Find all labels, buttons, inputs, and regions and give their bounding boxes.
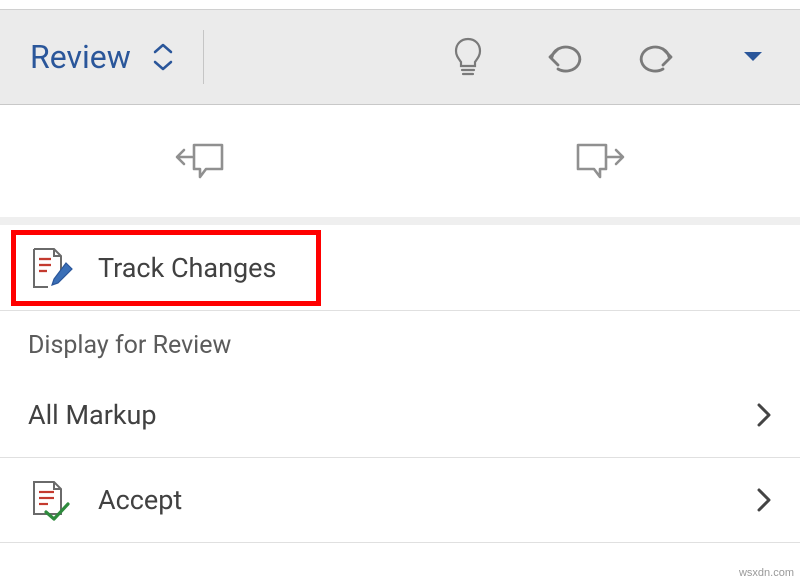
- divider: [203, 30, 204, 84]
- lightbulb-icon: [451, 36, 485, 78]
- undo-button[interactable]: [515, 10, 610, 104]
- display-for-review-heading: Display for Review: [0, 311, 800, 373]
- accept-icon: [28, 478, 72, 522]
- ribbon-bar: Review: [0, 10, 800, 105]
- track-changes-icon: [28, 245, 74, 291]
- previous-comment-button[interactable]: [0, 105, 400, 217]
- accept-label: Accept: [98, 484, 756, 516]
- all-markup-label: All Markup: [28, 399, 756, 431]
- document-area-edge: [0, 0, 800, 10]
- undo-icon: [542, 39, 584, 75]
- ribbon-tab-selector[interactable]: Review: [0, 10, 203, 104]
- chevron-right-icon: [756, 487, 772, 513]
- track-changes-label: Track Changes: [98, 252, 772, 284]
- triangle-down-icon: [742, 50, 764, 64]
- accept-row[interactable]: Accept: [0, 458, 800, 543]
- redo-button[interactable]: [610, 10, 705, 104]
- next-comment-button[interactable]: [400, 105, 800, 217]
- watermark-text: wsxdn.com: [739, 567, 794, 579]
- ribbon-tab-label: Review: [30, 38, 131, 76]
- track-changes-toggle[interactable]: Track Changes: [0, 225, 800, 310]
- redo-icon: [637, 39, 679, 75]
- tell-me-button[interactable]: [420, 10, 515, 104]
- chevron-updown-icon: [153, 43, 173, 71]
- all-markup-row[interactable]: All Markup: [0, 373, 800, 458]
- previous-comment-icon: [172, 137, 228, 185]
- chevron-right-icon: [756, 402, 772, 428]
- more-dropdown[interactable]: [705, 10, 800, 104]
- comment-navigation-row: [0, 105, 800, 225]
- next-comment-icon: [572, 137, 628, 185]
